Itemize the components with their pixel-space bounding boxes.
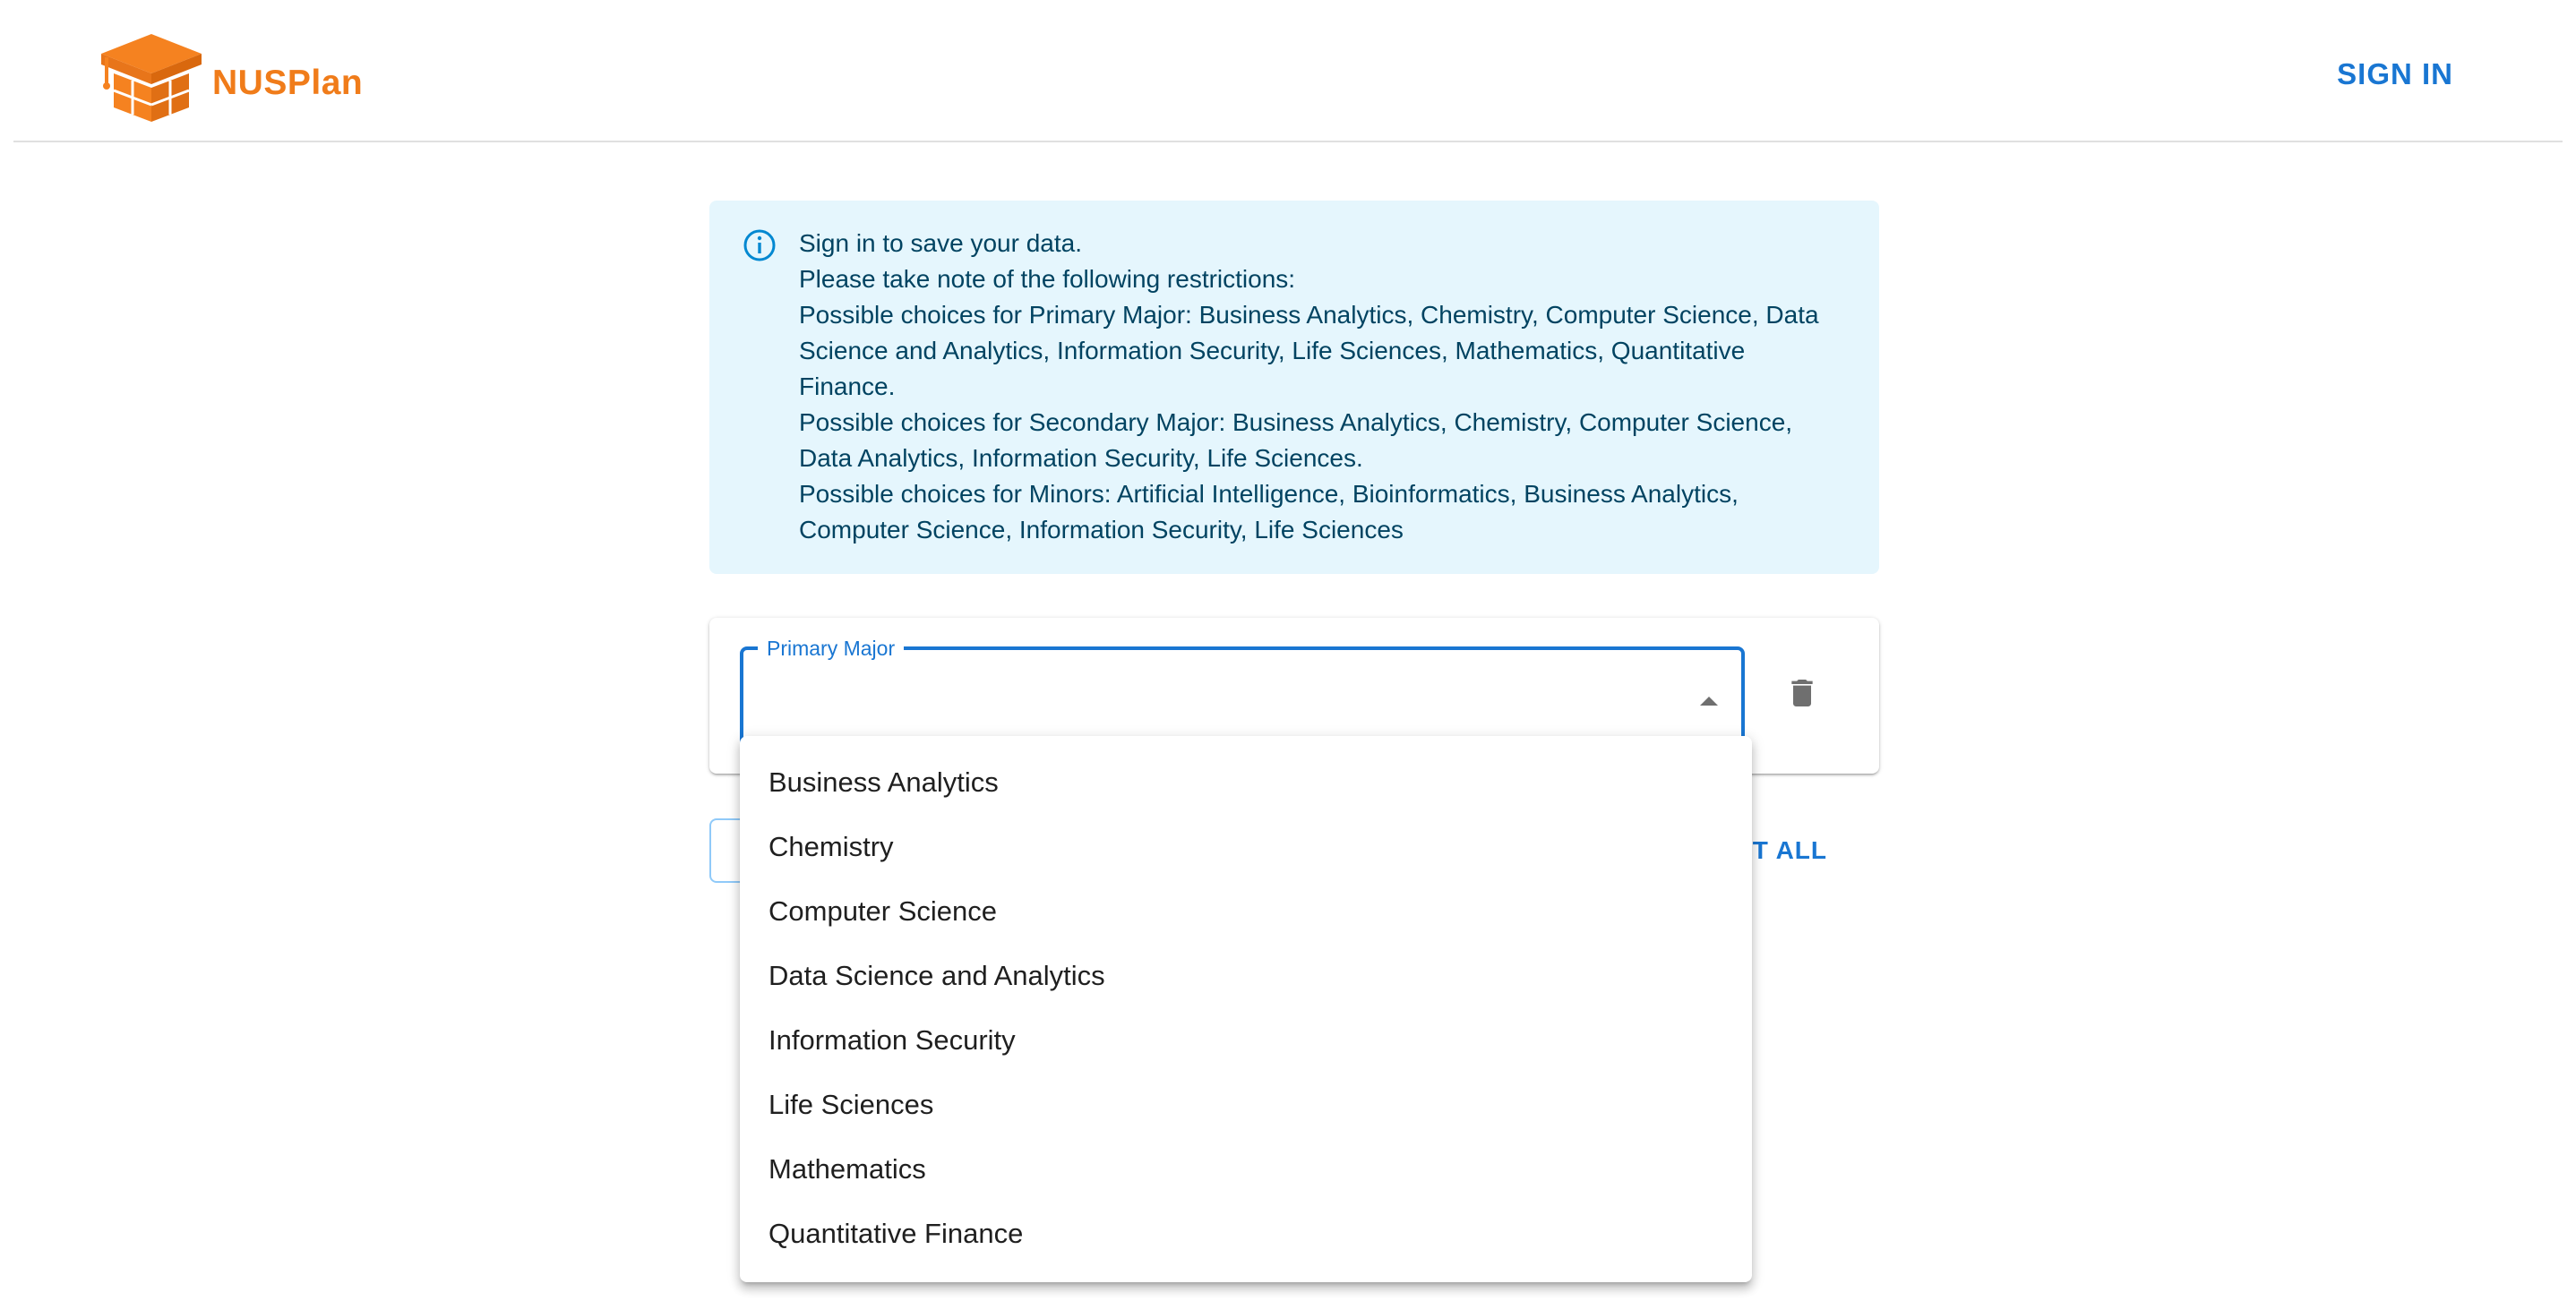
menu-option-chemistry[interactable]: Chemistry <box>740 815 1752 879</box>
primary-major-menu: Business Analytics Chemistry Computer Sc… <box>740 736 1752 1282</box>
menu-option-computer-science[interactable]: Computer Science <box>740 879 1752 944</box>
menu-option-mathematics[interactable]: Mathematics <box>740 1137 1752 1202</box>
info-line-primary-major: Possible choices for Primary Major: Busi… <box>799 301 1819 400</box>
menu-option-data-science-and-analytics[interactable]: Data Science and Analytics <box>740 944 1752 1008</box>
info-line-sign-in: Sign in to save your data. <box>799 229 1082 257</box>
info-alert: Sign in to save your data. Please take n… <box>709 201 1879 574</box>
logo-icon <box>101 34 202 122</box>
info-line-restrictions: Please take note of the following restri… <box>799 265 1296 293</box>
info-line-secondary-major: Possible choices for Secondary Major: Bu… <box>799 408 1793 472</box>
menu-option-life-sciences[interactable]: Life Sciences <box>740 1073 1752 1137</box>
info-line-minors: Possible choices for Minors: Artificial … <box>799 480 1739 544</box>
menu-option-business-analytics[interactable]: Business Analytics <box>740 750 1752 815</box>
caret-up-icon <box>1700 697 1718 706</box>
info-icon <box>743 229 776 261</box>
delete-major-button[interactable] <box>1766 657 1838 729</box>
sign-in-button[interactable]: SIGN IN <box>2326 52 2464 96</box>
menu-option-quantitative-finance[interactable]: Quantitative Finance <box>740 1202 1752 1266</box>
brand[interactable]: NUSPlan <box>94 30 363 124</box>
brand-name: NUSPlan <box>212 63 364 102</box>
app-header: NUSPlan SIGN IN <box>13 0 2563 142</box>
trash-icon <box>1791 680 1813 706</box>
menu-option-information-security[interactable]: Information Security <box>740 1008 1752 1073</box>
primary-major-label: Primary Major <box>758 636 905 661</box>
